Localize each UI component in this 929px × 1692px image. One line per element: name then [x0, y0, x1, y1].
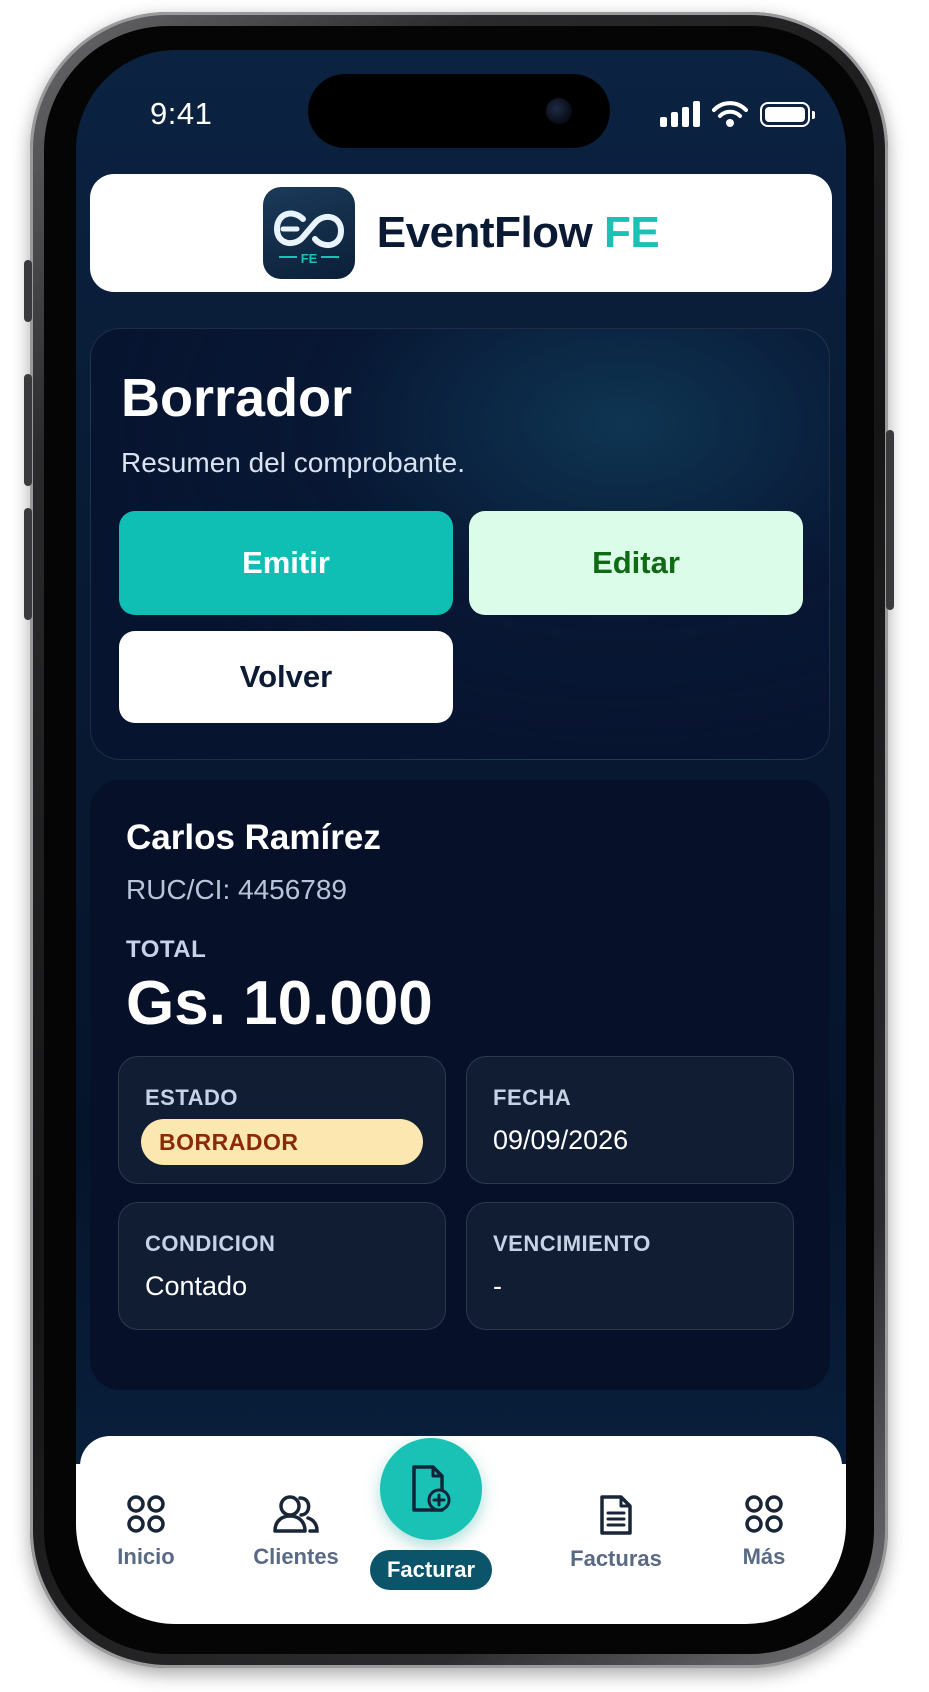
tab-invoices[interactable]: Facturas	[546, 1494, 686, 1572]
status-time: 9:41	[150, 96, 213, 131]
users-icon	[273, 1495, 319, 1533]
tab-invoice-label[interactable]: Facturar	[370, 1550, 492, 1590]
battery-icon	[760, 101, 815, 127]
tab-more[interactable]: Más	[694, 1494, 834, 1570]
date-value: 09/09/2026	[493, 1125, 629, 1155]
tab-clients-label: Clientes	[253, 1544, 339, 1569]
due-date-label: VENCIMIENTO	[493, 1231, 651, 1256]
status-icons	[660, 100, 815, 128]
app-screen: 9:41 FE EventFlow FE Borrador Resumen de…	[76, 50, 846, 1624]
brand-name: EventFlow FE	[377, 208, 660, 258]
tab-home[interactable]: Inicio	[76, 1494, 216, 1570]
due-date-box: VENCIMIENTO -	[466, 1202, 794, 1330]
edit-button[interactable]: Editar	[469, 511, 803, 615]
infinity-logo-icon: FE	[273, 210, 344, 266]
date-box: FECHA 09/09/2026	[466, 1056, 794, 1184]
date-label: FECHA	[493, 1085, 572, 1110]
summary-card: Borrador Resumen del comprobante. Emitir…	[90, 328, 830, 760]
silent-switch	[24, 260, 32, 322]
condition-box: CONDICION Contado	[118, 1202, 446, 1330]
condition-label: CONDICION	[145, 1231, 276, 1256]
dynamic-island	[308, 74, 610, 148]
grid-icon	[745, 1495, 783, 1533]
status-box: ESTADO BORRADOR	[118, 1056, 446, 1184]
tab-invoice-fab[interactable]	[380, 1438, 482, 1540]
invoice-detail-card: Carlos Ramírez RUC/CI: 4456789 TOTAL Gs.…	[90, 780, 830, 1390]
brand-name-accent: FE	[604, 208, 660, 257]
app-logo: FE	[262, 187, 355, 279]
status-label: ESTADO	[145, 1085, 239, 1110]
volume-down-button	[24, 508, 32, 620]
brand-name-main: EventFlow	[376, 208, 593, 257]
power-button	[886, 430, 894, 610]
back-button[interactable]: Volver	[119, 631, 453, 723]
total-value: Gs. 10.000	[126, 969, 433, 1038]
tab-clients[interactable]: Clientes	[226, 1494, 366, 1570]
cellular-signal-icon	[660, 101, 700, 127]
emit-button[interactable]: Emitir	[119, 511, 453, 615]
grid-icon	[127, 1495, 165, 1533]
file-plus-icon	[412, 1465, 451, 1512]
due-date-value: -	[493, 1271, 502, 1301]
front-camera	[546, 98, 572, 124]
wifi-icon	[712, 101, 748, 127]
client-name: Carlos Ramírez	[126, 818, 381, 857]
total-label: TOTAL	[126, 936, 207, 963]
tab-more-label: Más	[742, 1544, 786, 1569]
condition-value: Contado	[145, 1271, 248, 1301]
document-icon	[600, 1495, 632, 1535]
page-subtitle: Resumen del comprobante.	[121, 447, 465, 478]
page-title: Borrador	[121, 368, 353, 428]
status-badge: BORRADOR	[141, 1119, 423, 1165]
tab-invoices-label: Facturas	[570, 1546, 662, 1571]
brand-header: FE EventFlow FE	[90, 174, 832, 292]
svg-text:FE: FE	[300, 251, 317, 266]
tab-home-label: Inicio	[117, 1544, 175, 1569]
client-id: RUC/CI: 4456789	[126, 874, 348, 905]
volume-up-button	[24, 374, 32, 486]
